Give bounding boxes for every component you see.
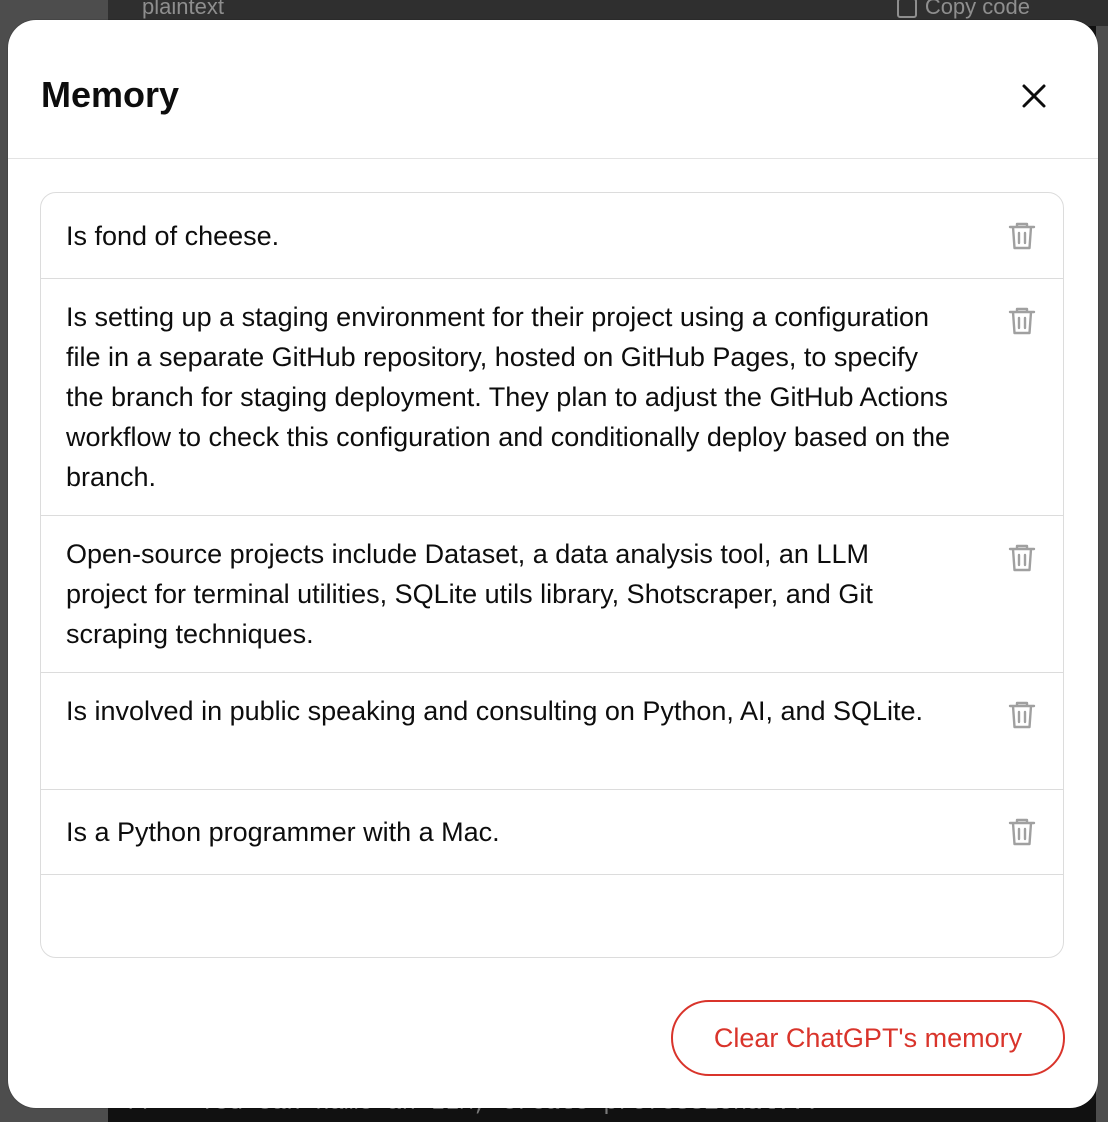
trash-icon: [1008, 544, 1036, 572]
code-language-label: plaintext: [142, 0, 224, 19]
memory-text: Is involved in public speaking and consu…: [66, 696, 924, 726]
clear-memory-button[interactable]: Clear ChatGPT's memory: [671, 1000, 1065, 1076]
memory-text: Is fond of cheese.: [66, 221, 280, 251]
memory-item: Is setting up a staging environment for …: [41, 279, 1063, 516]
delete-memory-button[interactable]: [1007, 542, 1037, 574]
memory-list: Is fond of cheese. Is setting up a stagi…: [40, 192, 1064, 958]
dialog-header: Memory: [8, 20, 1098, 159]
memory-dialog: Memory Is fond of cheese. Is setting up …: [8, 20, 1098, 1108]
trash-icon: [1008, 818, 1036, 846]
memory-text: Is setting up a staging environment for …: [66, 302, 951, 492]
memory-text: Is a Python programmer with a Mac.: [66, 817, 500, 847]
memory-item: Is involved in public speaking and consu…: [41, 673, 1063, 790]
memory-text: Open-source projects include Dataset, a …: [66, 539, 873, 649]
trash-icon: [1008, 222, 1036, 250]
memory-item: Is a Python programmer with a Mac.: [41, 790, 1063, 875]
delete-memory-button[interactable]: [1007, 699, 1037, 731]
memory-item: Is fond of cheese.: [41, 193, 1063, 279]
dialog-title: Memory: [41, 74, 180, 115]
copy-code-label: Copy code: [924, 0, 1030, 19]
copy-code-button[interactable]: Copy code: [896, 0, 1030, 20]
memory-item: Open-source projects include Dataset, a …: [41, 516, 1063, 673]
delete-memory-button[interactable]: [1007, 220, 1037, 252]
copy-icon: [896, 0, 917, 19]
close-icon: [1022, 84, 1046, 108]
delete-memory-button[interactable]: [1007, 305, 1037, 337]
trash-icon: [1008, 307, 1036, 335]
delete-memory-button[interactable]: [1007, 816, 1037, 848]
trash-icon: [1008, 701, 1036, 729]
close-button[interactable]: [1014, 76, 1054, 116]
